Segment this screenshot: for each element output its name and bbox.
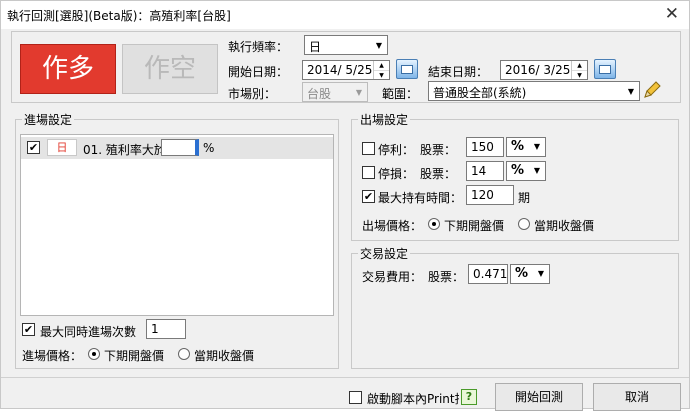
- start-date-value: 2014/ 5/25: [307, 63, 373, 77]
- calendar-icon[interactable]: [396, 59, 418, 79]
- max-entries-checkbox[interactable]: ✔: [22, 323, 35, 336]
- end-date-label: 結束日期：: [428, 65, 489, 79]
- print-label: 啟動腳本內Print指令: [367, 392, 459, 406]
- print-checkbox[interactable]: [349, 391, 362, 404]
- entry-radio-next-open[interactable]: [88, 348, 100, 360]
- exit-option-current-close[interactable]: 當期收盤價: [534, 217, 594, 234]
- range-select[interactable]: 普通股全部(系統) ▼: [428, 81, 640, 101]
- backtest-dialog: 執行回測[選股](Beta版)：高殖利率[台股] ✕ 作多 作空 執行頻率： 日…: [0, 0, 690, 411]
- take-profit-checkbox[interactable]: [362, 142, 375, 155]
- chevron-down-icon: ▼: [627, 86, 635, 96]
- market-value: 台股: [307, 87, 332, 101]
- entry-option-next-open[interactable]: 下期開盤價: [104, 347, 164, 364]
- range-label: 範圍：: [382, 87, 419, 101]
- exit-price-label: 出場價格：: [362, 219, 423, 233]
- exit-radio-next-open[interactable]: [428, 218, 440, 230]
- end-date-spinner[interactable]: ▲ ▼: [571, 61, 587, 79]
- pencil-icon[interactable]: [642, 80, 662, 100]
- stop-loss-checkbox[interactable]: [362, 166, 375, 179]
- stop-loss-unit: %: [511, 163, 525, 178]
- stop-loss-label: 停損：: [378, 167, 415, 181]
- start-date-field[interactable]: 2014/ 5/25 ▲ ▼: [302, 60, 390, 80]
- trade-fee-label: 交易費用：: [362, 270, 423, 284]
- trade-fee-sub: 股票：: [428, 270, 465, 284]
- chevron-down-icon: ▼: [375, 40, 383, 50]
- window-title: 執行回測[選股](Beta版)：高殖利率[台股]: [7, 9, 231, 23]
- max-hold-label: 最大持有時間：: [378, 191, 463, 205]
- trade-fee-input[interactable]: 0.471: [468, 264, 508, 284]
- cancel-button[interactable]: 取消: [593, 383, 681, 411]
- freq-select[interactable]: 日 ▼: [304, 35, 388, 55]
- footer-divider: [1, 377, 689, 378]
- exit-option-next-open[interactable]: 下期開盤價: [444, 217, 504, 234]
- long-button[interactable]: 作多: [20, 44, 116, 94]
- trade-settings-title: 交易設定: [358, 245, 411, 262]
- short-button[interactable]: 作空: [122, 44, 218, 94]
- stop-loss-unit-select[interactable]: % ▼: [506, 161, 546, 181]
- chevron-down-icon: ▼: [533, 142, 541, 151]
- take-profit-sub: 股票：: [420, 143, 457, 157]
- end-date-value: 2016/ 3/25: [505, 63, 571, 77]
- condition-freq-tag[interactable]: 日: [47, 139, 77, 156]
- start-date-label: 開始日期：: [228, 65, 289, 79]
- yield-threshold-input[interactable]: [161, 139, 199, 156]
- condition-unit: %: [203, 141, 215, 155]
- exit-radio-current-close[interactable]: [518, 218, 530, 230]
- top-settings-panel: 作多 作空 執行頻率： 日 ▼ 開始日期： 2014/ 5/25 ▲ ▼ 結束日期…: [11, 31, 681, 103]
- trade-settings-panel: 交易設定 交易費用： 股票： 0.471 % ▼: [351, 245, 679, 369]
- take-profit-unit: %: [511, 139, 525, 154]
- start-date-spinner[interactable]: ▲ ▼: [373, 61, 389, 79]
- stop-loss-sub: 股票：: [420, 167, 457, 181]
- calendar-icon[interactable]: [594, 59, 616, 79]
- freq-value: 日: [309, 40, 322, 54]
- stop-loss-input[interactable]: 14: [466, 161, 504, 181]
- condition-label: 01. 殖利率大於: [83, 143, 166, 157]
- start-backtest-button[interactable]: 開始回測: [495, 383, 583, 411]
- end-date-field[interactable]: 2016/ 3/25 ▲ ▼: [500, 60, 588, 80]
- condition-checkbox[interactable]: ✔: [27, 141, 40, 154]
- take-profit-unit-select[interactable]: % ▼: [506, 137, 546, 157]
- freq-label: 執行頻率：: [228, 40, 289, 54]
- trade-fee-unit: %: [515, 266, 529, 281]
- help-icon[interactable]: ?: [461, 389, 477, 405]
- take-profit-input[interactable]: 150: [466, 137, 504, 157]
- max-hold-unit: 期: [518, 191, 531, 205]
- entry-settings-panel: 進場設定 ✔ 日 01. 殖利率大於 % ✔ 最大同時進場次數 1 進場價格： …: [15, 111, 339, 369]
- entry-option-current-close[interactable]: 當期收盤價: [194, 347, 254, 364]
- entry-radio-current-close[interactable]: [178, 348, 190, 360]
- entry-price-label: 進場價格：: [22, 349, 83, 363]
- trade-fee-unit-select[interactable]: % ▼: [510, 264, 550, 284]
- condition-row[interactable]: ✔ 日 01. 殖利率大於 %: [21, 137, 333, 159]
- chevron-down-icon: ▼: [533, 166, 541, 175]
- entry-settings-title: 進場設定: [22, 111, 75, 128]
- market-label: 市場別：: [228, 87, 277, 101]
- max-entries-input[interactable]: 1: [146, 319, 186, 339]
- max-entries-label: 最大同時進場次數: [40, 325, 137, 339]
- chevron-down-icon: ▼: [537, 269, 545, 278]
- chevron-down-icon: ▼: [355, 87, 363, 97]
- market-select: 台股 ▼: [302, 82, 368, 102]
- close-icon[interactable]: ✕: [665, 4, 679, 24]
- range-value: 普通股全部(系統): [433, 86, 527, 100]
- max-hold-input[interactable]: 120: [466, 185, 514, 205]
- entry-condition-list[interactable]: ✔ 日 01. 殖利率大於 %: [20, 134, 334, 316]
- max-hold-checkbox[interactable]: ✔: [362, 190, 375, 203]
- take-profit-label: 停利：: [378, 143, 415, 157]
- title-bar: 執行回測[選股](Beta版)：高殖利率[台股] ✕: [1, 1, 689, 29]
- exit-settings-title: 出場設定: [358, 111, 411, 128]
- exit-settings-panel: 出場設定 停利： 股票： 150 % ▼ 停損： 股票： 14 % ▼ ✔ 最大…: [351, 111, 679, 241]
